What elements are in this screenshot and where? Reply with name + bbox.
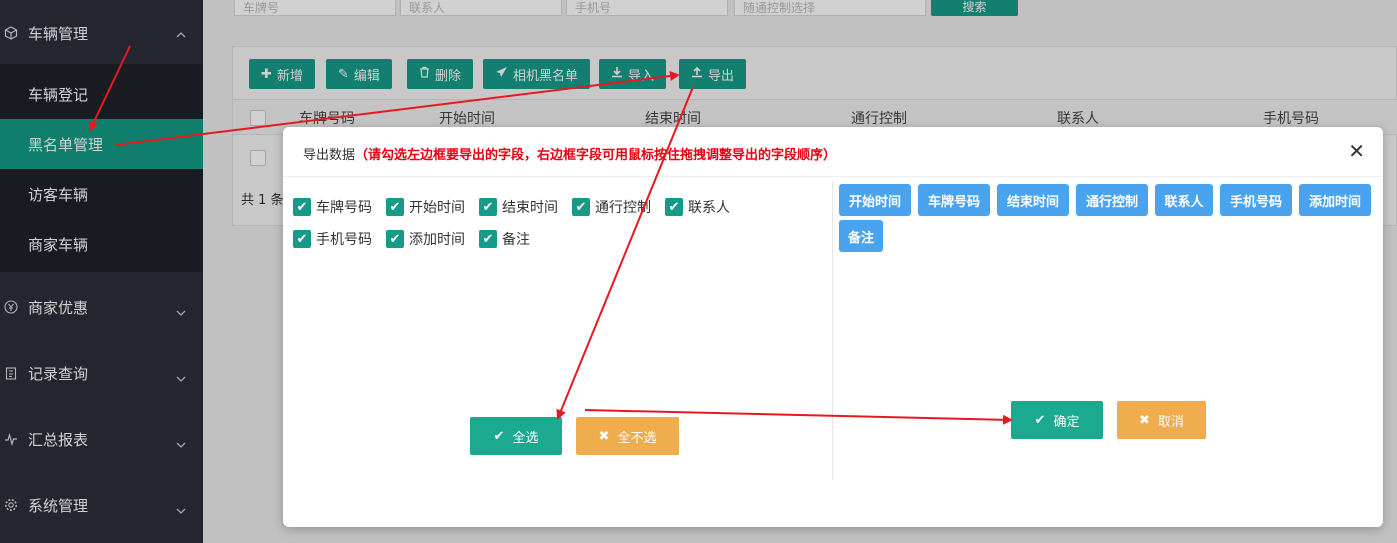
dialog-header: 导出数据（请勾选左边框要导出的字段，右边框字段可用鼠标按住拖拽调整导出的字段顺序… [283,127,1383,177]
field-label: 手机号码 [316,232,372,248]
select-none-label: 全不选 [617,430,657,446]
x-icon: ✖ [598,428,610,444]
sortable-field-tag[interactable]: 开始时间 [839,184,911,216]
close-icon[interactable]: ✕ [1348,141,1365,161]
field-checkbox-plate[interactable]: ✔ 车牌号码 [293,197,372,217]
sortable-field-tag[interactable]: 车牌号码 [918,184,990,216]
select-all-label: 全选 [512,430,539,446]
checkmark-icon: ✔ [293,230,311,248]
check-icon: ✔ [1034,412,1046,428]
sortable-field-tag[interactable]: 通行控制 [1076,184,1148,216]
checkmark-icon: ✔ [665,198,683,216]
dialog-title-text: 导出数据 [303,148,356,163]
field-checkbox-access-control[interactable]: ✔ 通行控制 [572,197,651,217]
field-label: 车牌号码 [316,200,372,216]
confirm-label: 确定 [1053,414,1080,430]
sortable-field-tag[interactable]: 备注 [839,220,883,252]
checkmark-icon: ✔ [293,198,311,216]
export-dialog: 导出数据（请勾选左边框要导出的字段，右边框字段可用鼠标按住拖拽调整导出的字段顺序… [283,127,1383,527]
sortable-field-tag[interactable]: 添加时间 [1299,184,1371,216]
field-label: 添加时间 [409,232,465,248]
cancel-label: 取消 [1157,414,1184,430]
field-label: 通行控制 [595,200,651,216]
field-label: 开始时间 [409,200,465,216]
field-checkbox-added-time[interactable]: ✔ 添加时间 [386,229,465,249]
select-none-button[interactable]: ✖ 全不选 [576,417,679,455]
dialog-hint: （请勾选左边框要导出的字段，右边框字段可用鼠标按住拖拽调整导出的字段顺序） [355,148,837,163]
checkmark-icon: ✔ [386,230,404,248]
sortable-field-tag[interactable]: 手机号码 [1220,184,1292,216]
field-label: 联系人 [688,200,730,216]
field-checkbox-contact[interactable]: ✔ 联系人 [665,197,730,217]
field-label: 备注 [502,232,530,248]
field-checkbox-remark[interactable]: ✔ 备注 [479,229,530,249]
confirm-button[interactable]: ✔ 确定 [1011,401,1103,439]
panel-divider [832,182,833,480]
checkmark-icon: ✔ [572,198,590,216]
x-icon: ✖ [1139,412,1150,428]
checkmark-icon: ✔ [479,198,497,216]
field-checkbox-end-time[interactable]: ✔ 结束时间 [479,197,558,217]
field-checkbox-phone[interactable]: ✔ 手机号码 [293,229,372,249]
checkmark-icon: ✔ [386,198,404,216]
checkmark-icon: ✔ [479,230,497,248]
check-icon: ✔ [493,428,505,444]
select-all-button[interactable]: ✔ 全选 [470,417,562,455]
sortable-field-tag[interactable]: 结束时间 [997,184,1069,216]
field-checkbox-start-time[interactable]: ✔ 开始时间 [386,197,465,217]
dialog-title: 导出数据（请勾选左边框要导出的字段，右边框字段可用鼠标按住拖拽调整导出的字段顺序… [303,144,836,163]
field-label: 结束时间 [502,200,558,216]
sortable-field-tag[interactable]: 联系人 [1155,184,1213,216]
cancel-button[interactable]: ✖ 取消 [1117,401,1206,439]
